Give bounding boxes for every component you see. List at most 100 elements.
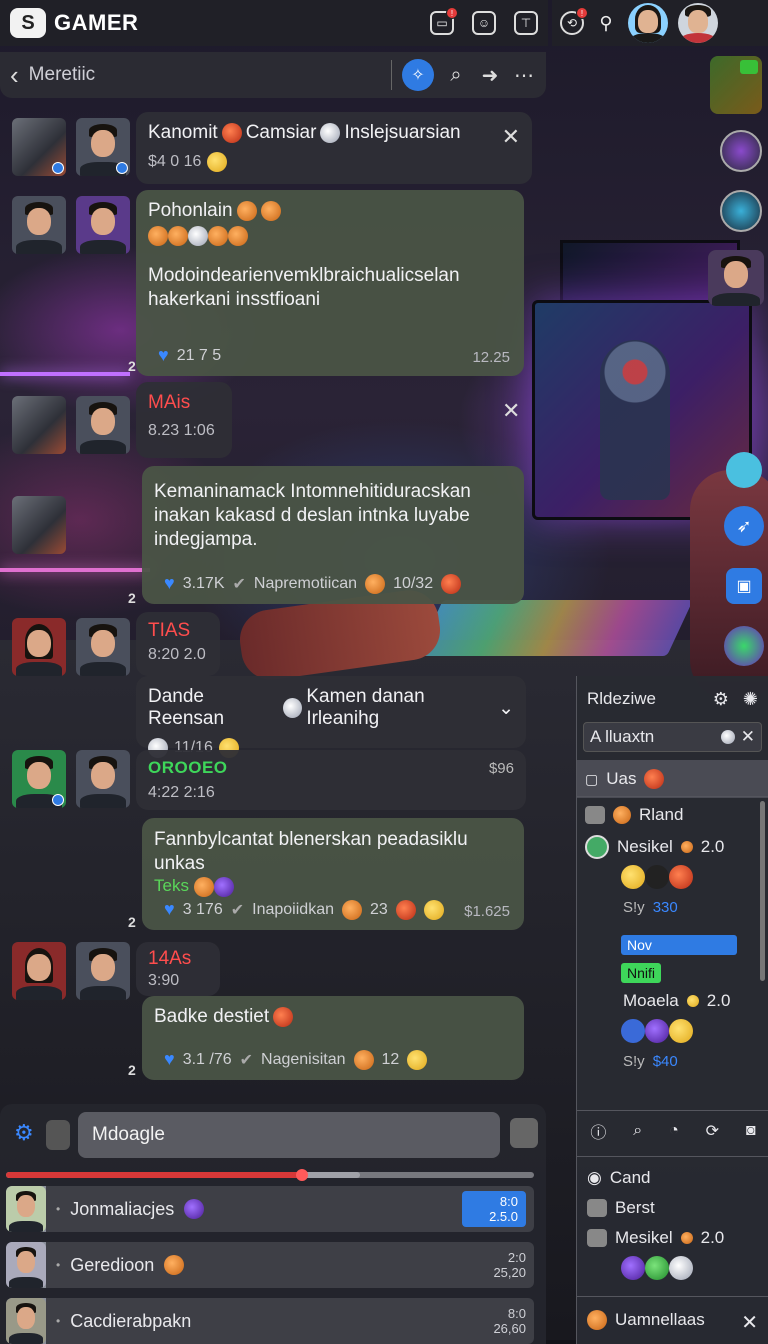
top-bar: S GAMER ▭! ☺ ⊤ [0,0,548,46]
rocket-icon[interactable]: ➶ [724,506,764,546]
app-logo[interactable]: S [10,8,46,38]
search-icon[interactable]: ⌕ [633,1122,642,1140]
emoji-icon [273,1007,294,1027]
panel-list: Rland Nesikel 2.0 S!y 330 Nov Nnifi Moaela… [577,796,768,1102]
user-avatar-2[interactable] [678,3,718,43]
chevron-down-icon[interactable]: ⌄ [498,697,514,720]
like-icon[interactable]: ♥ [164,1049,175,1070]
avatar[interactable] [76,618,130,676]
avatar[interactable] [12,396,66,454]
message-card[interactable]: Fannbylcantat blenerskan peadasiklu unka… [142,818,524,930]
message-card[interactable]: Kemaninamack Intomnehitiduracskan inakan… [142,466,524,604]
message-input[interactable]: Mdoagle [78,1112,500,1158]
panel-search-field[interactable]: A lluaxtn ✕ [583,722,762,752]
eye-icon: ◉ [587,1168,602,1187]
message-body: Kemaninamack Intomnehitiduracskan inakan… [154,481,471,550]
avatar[interactable] [76,196,130,254]
rail-thumbnail-2[interactable] [708,250,764,306]
settings-icon[interactable]: ⚙ [713,689,729,710]
tag-label: Nagenisitan [261,1050,346,1068]
avatar[interactable] [12,196,66,254]
rail-thumbnail-1[interactable] [710,56,762,114]
list-item[interactable]: Rland [585,805,683,825]
list-row[interactable]: • Cacdierabpakn 8:0 26,60 [6,1298,534,1344]
scrollbar[interactable] [760,801,765,981]
status-pill[interactable]: Nnifi [621,963,662,983]
avatar[interactable] [12,942,66,1000]
list-item[interactable]: Moaela 2.0 [623,991,730,1011]
like-icon[interactable]: ♥ [158,345,169,366]
message-card[interactable]: Dande Reensan Kamen danan Irleanihg ⌄ 11/… [136,676,526,758]
avatar[interactable] [46,1120,70,1150]
avatar-pair [12,942,130,1000]
message-title: Kanomit Camsiar Inslejsuarsian [148,122,461,143]
avatar[interactable] [76,118,130,176]
user-avatar-1[interactable] [628,3,668,43]
emoji-row [148,226,512,246]
message-card[interactable]: MAis 8.23 1:06 [136,382,232,458]
gear-icon[interactable]: ✺ [743,689,758,710]
refresh-icon[interactable]: ⟳ [706,1121,719,1141]
settings-icon[interactable]: ⚙ [14,1120,34,1146]
emoji-icon[interactable]: ☺ [472,11,496,35]
message-card[interactable]: Kanomit Camsiar Inslejsuarsian $4 0 16 ✕ [136,112,532,184]
message-card[interactable]: TIAS 8:20 2.0 [136,612,220,676]
check-icon: ✔ [232,575,246,593]
forward-icon[interactable]: ➜ [478,63,502,88]
rail-game-icon-3[interactable] [724,626,764,666]
shield-icon[interactable]: ⊤ [514,11,538,35]
image-icon[interactable]: ▣ [726,568,762,604]
close-icon[interactable]: ✕ [741,727,755,747]
refresh-icon[interactable]: ⟲! [560,7,588,35]
rail-game-icon-2[interactable] [720,190,762,232]
footer-item[interactable]: Uamnellaas [587,1310,705,1330]
price-row: S!y $40 [623,1053,678,1070]
rail-avatar[interactable] [726,452,762,488]
compass-icon[interactable]: ✧ [402,59,434,91]
avatar[interactable] [510,1118,538,1148]
close-icon[interactable]: ✕ [502,124,520,150]
status-pill[interactable]: Nov [621,935,737,955]
message-card[interactable]: 14As 3:90 [136,942,220,996]
avatar[interactable] [12,496,66,554]
message-body: Modoindearienvemklbraichualicselan haker… [148,265,460,310]
message-card[interactable]: OROOEO 4:22 2:16 $96 [136,750,526,810]
like-icon[interactable]: ♥ [164,899,175,920]
avatar[interactable] [76,942,130,1000]
rail-game-icon-1[interactable] [720,130,762,172]
avatar[interactable] [12,618,66,676]
avatar[interactable] [12,750,66,808]
avatar[interactable] [76,396,130,454]
row-value: 2:0 25,20 [493,1250,526,1280]
list-item[interactable]: Mesikel 2.0 [587,1228,724,1248]
close-icon[interactable]: ✕ [502,398,756,424]
list-item[interactable]: Berst [587,1198,655,1218]
progress-bar[interactable] [6,1169,534,1181]
price-row: S!y 330 [623,899,678,916]
key-icon[interactable]: ⚲ [594,11,618,35]
check-icon: ✔ [230,901,245,919]
like-icon[interactable]: ♥ [164,573,175,594]
message-title: Dande Reensan Kamen danan Irleanihg ⌄ [148,686,514,729]
list-row[interactable]: • Geredioon 2:0 25,20 [6,1242,534,1288]
avatar[interactable] [12,118,66,176]
avatar[interactable] [76,750,130,808]
list-row[interactable]: • Jonmaliacjes 8:0 2.5.0 [6,1186,534,1232]
camera-icon[interactable]: ◙ [746,1122,756,1140]
info-icon[interactable]: ⓘ [590,1119,606,1143]
close-icon[interactable]: ✕ [741,1310,758,1335]
list-item[interactable]: Nesikel 2.0 [585,835,724,859]
list-item[interactable]: ◉ Cand [587,1168,650,1188]
count: 12 [381,1050,400,1068]
message-card[interactable]: Badke destiet ♥ 3.1 /76 ✔ Nagenisitan 12 [142,996,524,1080]
right-panel: Rldeziwe ⚙ ✺ A lluaxtn ✕ ▢ Uas Rland Nes… [576,676,768,1344]
timer-icon[interactable]: ◔ [669,1122,679,1140]
more-icon[interactable]: ⋯ [512,63,536,88]
panel-tab[interactable]: ▢ Uas [577,760,768,798]
inbox-icon[interactable]: ▭! [430,7,458,35]
search-icon[interactable]: ⌕ [444,64,468,87]
back-icon[interactable]: ‹ [10,62,19,88]
message-meta: 8:20 2.0 [148,646,206,663]
progress-handle[interactable] [295,1169,308,1181]
message-card[interactable]: Pohonlain Modoindearienvemklbraichualics… [136,190,524,376]
